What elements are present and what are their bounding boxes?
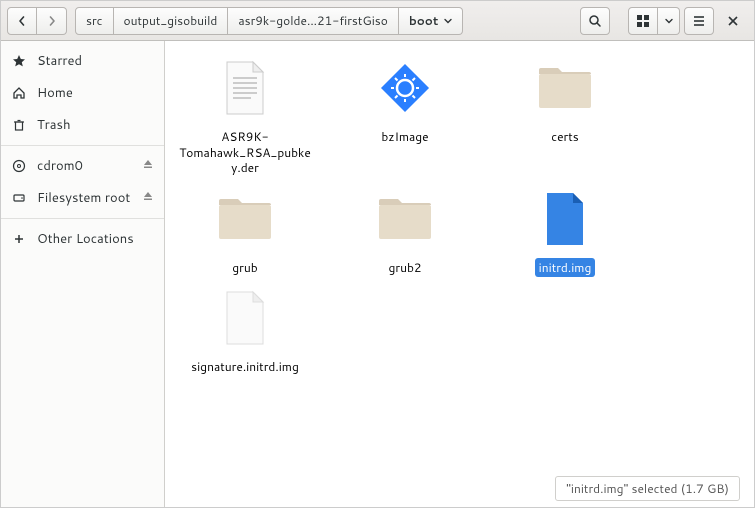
file-grid[interactable]: ASR9K-Tomahawk_RSA_pubkey.der bzImage bbox=[165, 41, 754, 507]
sidebar-label: Other Locations bbox=[37, 230, 134, 248]
grid-icon bbox=[636, 14, 650, 28]
file-label: bzImage bbox=[377, 127, 432, 147]
file-item-selected[interactable]: initrd.img bbox=[495, 186, 635, 278]
hamburger-menu-button[interactable] bbox=[684, 7, 714, 35]
chevron-right-icon bbox=[47, 16, 57, 26]
path-label: src bbox=[86, 12, 103, 29]
hamburger-icon bbox=[692, 14, 706, 28]
file-label: signature.initrd.img bbox=[187, 357, 303, 377]
folder-item[interactable]: certs bbox=[495, 55, 635, 178]
sidebar-item-starred[interactable]: Starred bbox=[1, 45, 164, 77]
search-icon bbox=[588, 14, 602, 28]
home-icon bbox=[11, 85, 27, 101]
path-segment[interactable]: output_gisobuild bbox=[114, 7, 229, 35]
nav-buttons bbox=[7, 7, 67, 35]
sidebar-item-other-locations[interactable]: Other Locations bbox=[1, 223, 164, 255]
close-window-button[interactable] bbox=[718, 7, 748, 35]
drive-icon bbox=[11, 190, 27, 206]
folder-item[interactable]: grub2 bbox=[335, 186, 475, 278]
trash-icon bbox=[11, 117, 27, 133]
forward-button[interactable] bbox=[37, 7, 67, 35]
sidebar-label: Filesystem root bbox=[37, 189, 130, 207]
file-item[interactable]: ASR9K-Tomahawk_RSA_pubkey.der bbox=[175, 55, 315, 178]
chevron-left-icon bbox=[17, 16, 27, 26]
search-button[interactable] bbox=[580, 7, 610, 35]
path-segment[interactable]: asr9k-golde...21-firstGiso bbox=[228, 7, 398, 35]
sidebar-item-filesystem-root[interactable]: Filesystem root bbox=[1, 182, 164, 214]
eject-button[interactable] bbox=[142, 157, 154, 175]
file-item[interactable]: bzImage bbox=[335, 55, 475, 178]
path-bar: src output_gisobuild asr9k-golde...21-fi… bbox=[75, 7, 463, 35]
sidebar: Starred Home Trash cdrom0 bbox=[1, 41, 165, 507]
sidebar-label: cdrom0 bbox=[37, 157, 83, 175]
file-label: certs bbox=[547, 127, 583, 147]
file-label: initrd.img bbox=[535, 258, 596, 278]
view-controls bbox=[628, 7, 680, 35]
sidebar-label: Home bbox=[37, 84, 73, 102]
path-label: output_gisobuild bbox=[124, 12, 218, 29]
sidebar-separator bbox=[1, 145, 164, 146]
folder-icon bbox=[367, 186, 443, 252]
plus-icon bbox=[11, 231, 27, 247]
path-label: boot bbox=[409, 12, 439, 29]
star-icon bbox=[11, 53, 27, 69]
folder-icon bbox=[527, 55, 603, 121]
sidebar-label: Trash bbox=[37, 116, 71, 134]
file-icon bbox=[527, 186, 603, 252]
chevron-down-icon bbox=[665, 17, 673, 25]
folder-item[interactable]: grub bbox=[175, 186, 315, 278]
file-label: ASR9K-Tomahawk_RSA_pubkey.der bbox=[175, 127, 315, 178]
path-segment-current[interactable]: boot bbox=[399, 7, 464, 35]
chevron-down-icon bbox=[444, 12, 452, 29]
file-label: grub bbox=[228, 258, 261, 278]
file-label: grub2 bbox=[384, 258, 425, 278]
file-item[interactable]: signature.initrd.img bbox=[175, 285, 315, 377]
sidebar-item-cdrom[interactable]: cdrom0 bbox=[1, 150, 164, 182]
main-body: Starred Home Trash cdrom0 bbox=[1, 41, 754, 507]
sidebar-separator bbox=[1, 218, 164, 219]
toolbar: src output_gisobuild asr9k-golde...21-fi… bbox=[1, 1, 754, 41]
sidebar-item-trash[interactable]: Trash bbox=[1, 109, 164, 141]
status-text: "initrd.img" selected (1.7 GB) bbox=[566, 480, 729, 497]
path-label: asr9k-golde...21-firstGiso bbox=[238, 12, 387, 29]
sidebar-label: Starred bbox=[37, 52, 82, 70]
binary-file-icon bbox=[367, 55, 443, 121]
text-file-icon bbox=[207, 55, 283, 121]
back-button[interactable] bbox=[7, 7, 37, 35]
file-icon bbox=[207, 285, 283, 351]
disc-icon bbox=[11, 158, 27, 174]
view-dropdown-button[interactable] bbox=[658, 7, 680, 35]
eject-button[interactable] bbox=[142, 189, 154, 207]
eject-icon bbox=[142, 158, 154, 170]
eject-icon bbox=[142, 190, 154, 202]
status-bar: "initrd.img" selected (1.7 GB) bbox=[555, 476, 740, 501]
icon-view-button[interactable] bbox=[628, 7, 658, 35]
folder-icon bbox=[207, 186, 283, 252]
path-segment[interactable]: src bbox=[75, 7, 114, 35]
sidebar-item-home[interactable]: Home bbox=[1, 77, 164, 109]
close-icon bbox=[727, 15, 739, 27]
